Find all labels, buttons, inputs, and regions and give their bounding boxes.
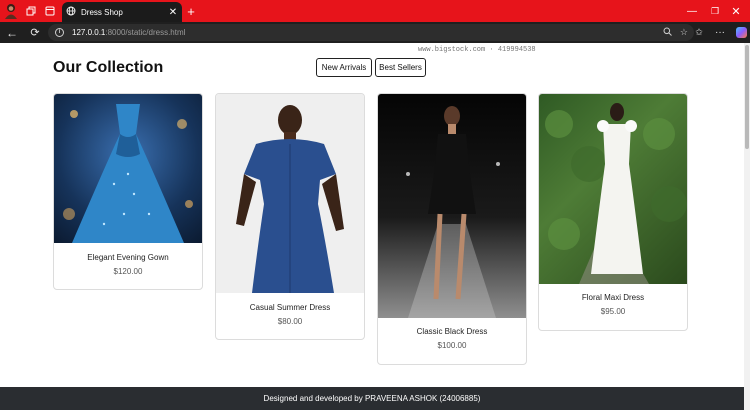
product-image-black-dress[interactable] bbox=[378, 94, 526, 318]
favorites-icon[interactable]: ✩ bbox=[692, 22, 706, 43]
product-name: Classic Black Dress bbox=[416, 327, 488, 336]
page-viewport: www.bigstock.com · 419994538 Our Collect… bbox=[0, 43, 744, 410]
url-text[interactable]: 127.0.0.1:8000/static/dress.html bbox=[72, 28, 185, 37]
star-icon[interactable]: ☆ bbox=[680, 27, 688, 38]
tab-dress-shop[interactable]: Dress Shop ✕ bbox=[62, 2, 182, 22]
product-name: Elegant Evening Gown bbox=[87, 253, 169, 262]
globe-icon bbox=[66, 6, 76, 18]
product-card[interactable]: Casual Summer Dress $80.00 bbox=[215, 93, 365, 340]
zoom-icon[interactable] bbox=[663, 27, 672, 38]
product-image-summer-dress[interactable] bbox=[216, 94, 364, 293]
window-close-icon[interactable]: ✕ bbox=[728, 0, 744, 22]
footer-text: Designed and developed by PRAVEENA ASHOK… bbox=[263, 394, 481, 403]
tab-title: Dress Shop bbox=[81, 7, 123, 17]
address-bar[interactable]: i 127.0.0.1:8000/static/dress.html ☆ bbox=[48, 24, 694, 41]
url-path: :8000/static/dress.html bbox=[105, 28, 186, 37]
copilot-icon[interactable] bbox=[734, 22, 748, 43]
page-footer: Designed and developed by PRAVEENA ASHOK… bbox=[0, 387, 744, 410]
close-icon[interactable]: ✕ bbox=[167, 7, 179, 18]
product-price: $100.00 bbox=[437, 341, 467, 350]
workspaces-icon[interactable] bbox=[24, 0, 38, 22]
page-scrollbar[interactable] bbox=[744, 43, 750, 410]
product-price: $80.00 bbox=[277, 317, 303, 326]
product-card[interactable]: Floral Maxi Dress $95.00 bbox=[538, 93, 688, 331]
product-card[interactable]: Classic Black Dress $100.00 bbox=[377, 93, 527, 365]
product-name: Casual Summer Dress bbox=[249, 303, 331, 312]
watermark-text: www.bigstock.com · 419994538 bbox=[418, 46, 536, 54]
tab-actions-icon[interactable] bbox=[43, 0, 57, 22]
minimize-icon[interactable]: — bbox=[684, 0, 700, 22]
info-icon[interactable]: i bbox=[55, 28, 64, 37]
scrollbar-thumb[interactable] bbox=[745, 45, 749, 149]
product-card[interactable]: Elegant Evening Gown $120.00 bbox=[53, 93, 203, 290]
product-price: $120.00 bbox=[113, 267, 143, 276]
browser-toolbar: ← ⟳ i 127.0.0.1:8000/static/dress.html ☆… bbox=[0, 22, 750, 43]
page-title: Our Collection bbox=[53, 59, 164, 76]
browser-tab-bar: Dress Shop ✕ + — ❐ ✕ bbox=[0, 0, 750, 22]
profile-avatar[interactable] bbox=[2, 0, 20, 22]
back-arrow-icon[interactable]: ← bbox=[4, 22, 20, 43]
url-host: 127.0.0.1 bbox=[72, 28, 106, 37]
reload-icon[interactable]: ⟳ bbox=[27, 22, 43, 43]
restore-icon[interactable]: ❐ bbox=[707, 0, 723, 22]
product-image-floral-maxi[interactable] bbox=[539, 94, 687, 284]
product-name: Floral Maxi Dress bbox=[581, 293, 645, 302]
new-arrivals-button[interactable]: New Arrivals bbox=[316, 58, 372, 77]
best-sellers-button[interactable]: Best Sellers bbox=[375, 58, 426, 77]
more-icon[interactable]: ··· bbox=[713, 22, 727, 43]
product-image-evening-gown[interactable] bbox=[54, 94, 202, 243]
product-price: $95.00 bbox=[600, 307, 626, 316]
plus-icon[interactable]: + bbox=[183, 0, 199, 22]
